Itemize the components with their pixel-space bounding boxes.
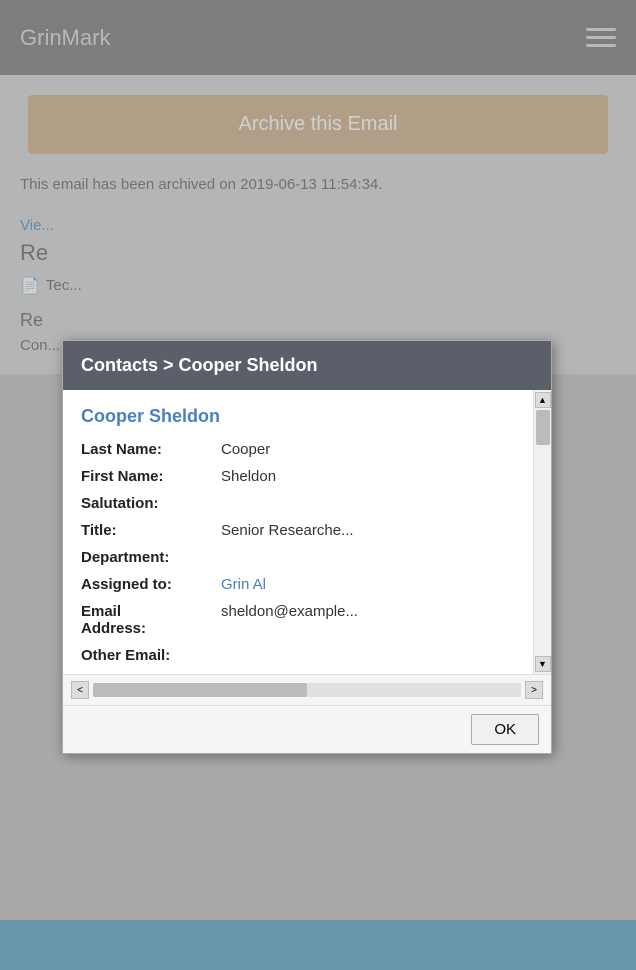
contact-panel: Cooper Sheldon Last Name: Cooper First N… <box>63 390 551 674</box>
scroll-down-button[interactable]: ▼ <box>535 656 551 672</box>
horizontal-scrollbar: < > <box>63 674 551 705</box>
field-row-department: Department: <box>81 549 521 566</box>
scroll-up-button[interactable]: ▲ <box>535 392 551 408</box>
field-label-email: EmailAddress: <box>81 603 221 637</box>
modal-header: Contacts > Cooper Sheldon <box>63 341 551 390</box>
field-value-email: sheldon@example... <box>221 603 358 620</box>
ok-button[interactable]: OK <box>471 714 539 745</box>
field-row-lastname: Last Name: Cooper <box>81 441 521 458</box>
modal-breadcrumb: Contacts > Cooper Sheldon <box>81 355 318 375</box>
scroll-thumb <box>536 410 550 445</box>
field-value-assigned[interactable]: Grin Al <box>221 576 266 593</box>
field-label-other-email: Other Email: <box>81 647 221 664</box>
h-scroll-track <box>93 683 521 697</box>
field-row-email: EmailAddress: sheldon@example... <box>81 603 521 637</box>
scroll-left-button[interactable]: < <box>71 681 89 699</box>
field-label-assigned: Assigned to: <box>81 576 221 593</box>
modal-body: Cooper Sheldon Last Name: Cooper First N… <box>63 390 551 753</box>
field-row-other-email: Other Email: <box>81 647 521 664</box>
field-value-title: Senior Researche... <box>221 522 354 539</box>
field-label-firstname: First Name: <box>81 468 221 485</box>
field-row-salutation: Salutation: <box>81 495 521 512</box>
modal-footer: OK <box>63 705 551 753</box>
field-row-title: Title: Senior Researche... <box>81 522 521 539</box>
contact-content: Cooper Sheldon Last Name: Cooper First N… <box>63 390 533 674</box>
contact-modal: Contacts > Cooper Sheldon Cooper Sheldon… <box>62 340 552 754</box>
contact-name: Cooper Sheldon <box>81 406 521 427</box>
field-label-salutation: Salutation: <box>81 495 221 512</box>
field-label-department: Department: <box>81 549 221 566</box>
vertical-scrollbar[interactable]: ▲ ▼ <box>533 390 551 674</box>
field-row-firstname: First Name: Sheldon <box>81 468 521 485</box>
field-value-firstname: Sheldon <box>221 468 276 485</box>
h-scroll-thumb <box>93 683 307 697</box>
field-label-title: Title: <box>81 522 221 539</box>
field-label-lastname: Last Name: <box>81 441 221 458</box>
field-value-lastname: Cooper <box>221 441 270 458</box>
scroll-right-button[interactable]: > <box>525 681 543 699</box>
field-row-assigned: Assigned to: Grin Al <box>81 576 521 593</box>
